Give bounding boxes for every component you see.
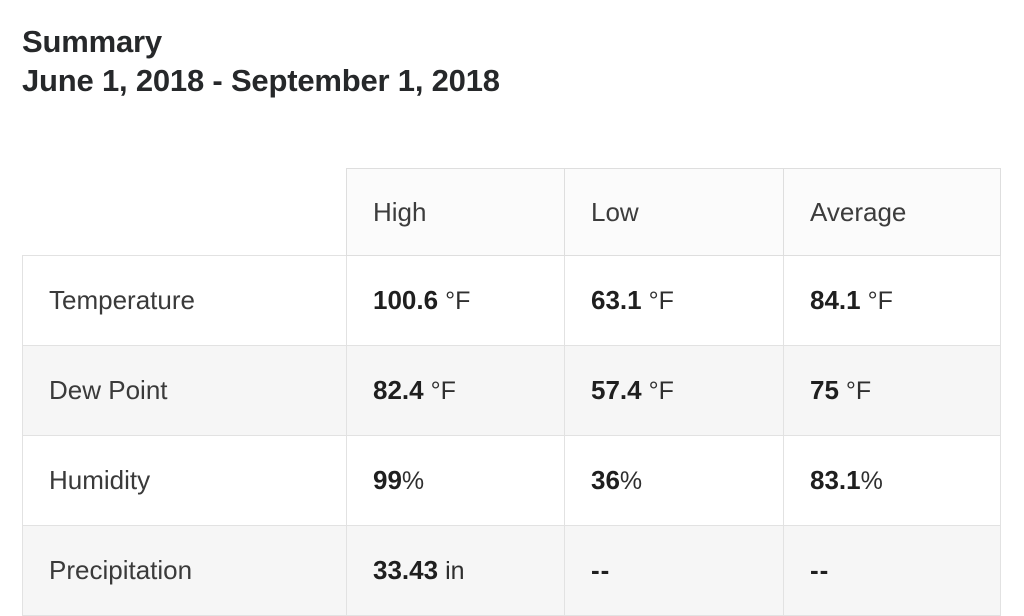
metric-label: Precipitation — [49, 555, 193, 585]
column-header-low: Low — [564, 168, 784, 256]
row-label-temperature: Temperature — [22, 255, 347, 346]
cell-value: 75 — [810, 375, 839, 405]
table-body: Temperature 100.6 °F 63.1 °F 84.1 °F Dew Po… — [22, 255, 1001, 616]
table-row: Humidity 99% 36% 83.1% — [22, 435, 1001, 526]
cell-value: 84.1 — [810, 285, 861, 315]
summary-title: Summary — [22, 24, 162, 59]
cell-precipitation-high: 33.43 in — [346, 525, 565, 616]
row-label-dew-point: Dew Point — [22, 345, 347, 436]
column-header-blank — [22, 168, 347, 256]
cell-temperature-average: 84.1 °F — [783, 255, 1001, 346]
table-row: Dew Point 82.4 °F 57.4 °F 75 °F — [22, 345, 1001, 436]
cell-precipitation-low: -- — [564, 525, 784, 616]
cell-precipitation-average: -- — [783, 525, 1001, 616]
table-row: Precipitation 33.43 in -- -- — [22, 525, 1001, 616]
summary-page: Summary June 1, 2018 - September 1, 2018… — [0, 0, 1024, 616]
metric-label: Temperature — [49, 285, 195, 315]
cell-unit: °F — [867, 287, 893, 315]
metric-label: Dew Point — [49, 375, 168, 405]
cell-value: 82.4 — [373, 375, 424, 405]
column-header-high: High — [346, 168, 565, 256]
summary-date-range: June 1, 2018 - September 1, 2018 — [22, 63, 500, 98]
column-header-average: Average — [783, 168, 1001, 256]
table-header-row: High Low Average — [22, 168, 1001, 256]
cell-value: 83.1 — [810, 465, 861, 495]
row-label-humidity: Humidity — [22, 435, 347, 526]
metric-label: Humidity — [49, 465, 151, 495]
cell-humidity-high: 99% — [346, 435, 565, 526]
cell-dew-point-high: 82.4 °F — [346, 345, 565, 436]
cell-unit: °F — [648, 377, 674, 405]
cell-unit: °F — [648, 287, 674, 315]
cell-value-empty: -- — [810, 555, 830, 585]
table-row: Temperature 100.6 °F 63.1 °F 84.1 °F — [22, 255, 1001, 346]
cell-value-empty: -- — [591, 555, 611, 585]
cell-unit: % — [401, 467, 425, 495]
cell-unit: % — [860, 467, 883, 495]
cell-temperature-low: 63.1 °F — [564, 255, 784, 346]
cell-unit: °F — [445, 287, 471, 315]
cell-value: 33.43 — [373, 555, 439, 585]
cell-dew-point-average: 75 °F — [783, 345, 1001, 436]
table-header: High Low Average — [22, 168, 1001, 256]
cell-value: 100.6 — [373, 285, 439, 315]
cell-unit: °F — [430, 377, 456, 405]
cell-value: 63.1 — [591, 285, 642, 315]
cell-unit: in — [445, 557, 465, 585]
cell-temperature-high: 100.6 °F — [346, 255, 565, 346]
cell-humidity-low: 36% — [564, 435, 784, 526]
page-title: Summary June 1, 2018 - September 1, 2018 — [22, 22, 500, 100]
cell-value: 99 — [373, 465, 402, 495]
row-label-precipitation: Precipitation — [22, 525, 347, 616]
cell-value: 36 — [591, 465, 620, 495]
cell-dew-point-low: 57.4 °F — [564, 345, 784, 436]
cell-value: 57.4 — [591, 375, 642, 405]
summary-table: High Low Average Temperature 100.6 °F 63.… — [22, 168, 1001, 616]
cell-humidity-average: 83.1% — [783, 435, 1001, 526]
cell-unit: °F — [845, 377, 872, 405]
cell-unit: % — [619, 467, 643, 495]
